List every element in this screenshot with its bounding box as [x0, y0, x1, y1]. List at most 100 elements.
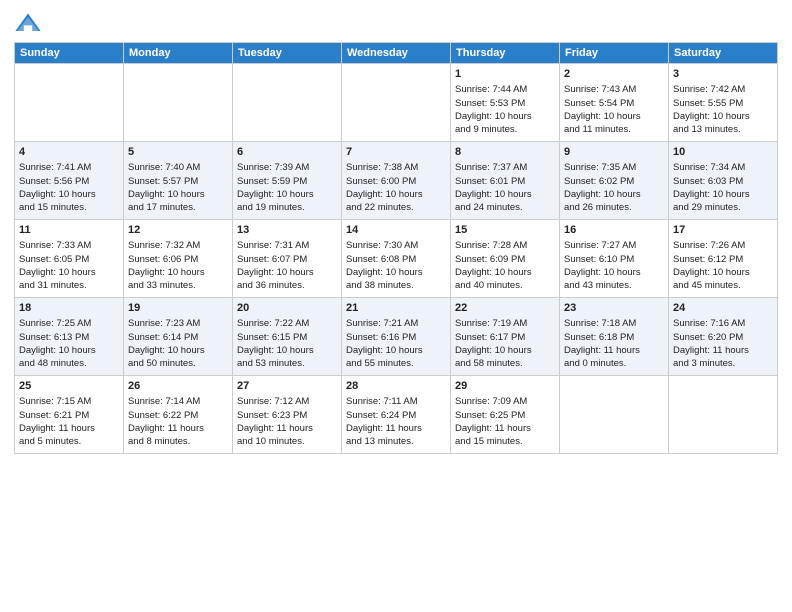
cell-content: Daylight: 11 hours: [564, 344, 664, 357]
calendar-cell: [233, 64, 342, 142]
cell-content: Daylight: 11 hours: [19, 422, 119, 435]
calendar-cell: 17Sunrise: 7:26 AMSunset: 6:12 PMDayligh…: [669, 220, 778, 298]
calendar-cell: 8Sunrise: 7:37 AMSunset: 6:01 PMDaylight…: [451, 142, 560, 220]
day-number: 11: [19, 223, 119, 238]
cell-content: and 22 minutes.: [346, 201, 446, 214]
cell-content: Sunset: 6:22 PM: [128, 409, 228, 422]
col-header-friday: Friday: [560, 43, 669, 64]
cell-content: and 0 minutes.: [564, 357, 664, 370]
day-number: 26: [128, 379, 228, 394]
calendar-cell: 20Sunrise: 7:22 AMSunset: 6:15 PMDayligh…: [233, 298, 342, 376]
cell-content: and 13 minutes.: [346, 435, 446, 448]
cell-content: Sunrise: 7:22 AM: [237, 317, 337, 330]
cell-content: Sunset: 5:53 PM: [455, 97, 555, 110]
day-number: 5: [128, 145, 228, 160]
cell-content: Sunrise: 7:42 AM: [673, 83, 773, 96]
day-number: 19: [128, 301, 228, 316]
cell-content: Sunrise: 7:41 AM: [19, 161, 119, 174]
cell-content: and 5 minutes.: [19, 435, 119, 448]
cell-content: Daylight: 10 hours: [673, 266, 773, 279]
cell-content: Sunset: 5:55 PM: [673, 97, 773, 110]
cell-content: Sunrise: 7:12 AM: [237, 395, 337, 408]
cell-content: and 36 minutes.: [237, 279, 337, 292]
calendar-cell: [124, 64, 233, 142]
cell-content: Daylight: 10 hours: [19, 266, 119, 279]
main-container: SundayMondayTuesdayWednesdayThursdayFrid…: [0, 0, 792, 460]
cell-content: Sunrise: 7:25 AM: [19, 317, 119, 330]
day-number: 20: [237, 301, 337, 316]
cell-content: Sunset: 6:25 PM: [455, 409, 555, 422]
calendar-cell: 23Sunrise: 7:18 AMSunset: 6:18 PMDayligh…: [560, 298, 669, 376]
cell-content: Daylight: 10 hours: [237, 188, 337, 201]
cell-content: Sunrise: 7:30 AM: [346, 239, 446, 252]
cell-content: Sunrise: 7:18 AM: [564, 317, 664, 330]
day-number: 7: [346, 145, 446, 160]
cell-content: Daylight: 11 hours: [237, 422, 337, 435]
cell-content: and 24 minutes.: [455, 201, 555, 214]
cell-content: Sunset: 6:18 PM: [564, 331, 664, 344]
cell-content: Daylight: 10 hours: [455, 110, 555, 123]
cell-content: Daylight: 10 hours: [237, 266, 337, 279]
cell-content: Daylight: 10 hours: [564, 188, 664, 201]
calendar-cell: 2Sunrise: 7:43 AMSunset: 5:54 PMDaylight…: [560, 64, 669, 142]
cell-content: Sunrise: 7:15 AM: [19, 395, 119, 408]
cell-content: and 33 minutes.: [128, 279, 228, 292]
calendar-cell: 11Sunrise: 7:33 AMSunset: 6:05 PMDayligh…: [15, 220, 124, 298]
day-number: 22: [455, 301, 555, 316]
cell-content: and 13 minutes.: [673, 123, 773, 136]
cell-content: and 40 minutes.: [455, 279, 555, 292]
calendar-cell: 22Sunrise: 7:19 AMSunset: 6:17 PMDayligh…: [451, 298, 560, 376]
cell-content: Sunset: 5:54 PM: [564, 97, 664, 110]
cell-content: Sunrise: 7:35 AM: [564, 161, 664, 174]
cell-content: and 48 minutes.: [19, 357, 119, 370]
day-number: 25: [19, 379, 119, 394]
cell-content: Daylight: 11 hours: [346, 422, 446, 435]
cell-content: Sunset: 6:01 PM: [455, 175, 555, 188]
cell-content: Sunrise: 7:39 AM: [237, 161, 337, 174]
calendar-cell: 21Sunrise: 7:21 AMSunset: 6:16 PMDayligh…: [342, 298, 451, 376]
calendar-cell: 27Sunrise: 7:12 AMSunset: 6:23 PMDayligh…: [233, 376, 342, 454]
day-number: 27: [237, 379, 337, 394]
cell-content: Sunrise: 7:26 AM: [673, 239, 773, 252]
cell-content: Sunset: 6:06 PM: [128, 253, 228, 266]
day-number: 4: [19, 145, 119, 160]
cell-content: Sunrise: 7:40 AM: [128, 161, 228, 174]
week-row-4: 18Sunrise: 7:25 AMSunset: 6:13 PM Dayligh…: [15, 298, 778, 376]
header: [14, 10, 778, 38]
cell-content: and 3 minutes.: [673, 357, 773, 370]
cell-content: and 8 minutes.: [128, 435, 228, 448]
cell-content: Sunrise: 7:28 AM: [455, 239, 555, 252]
cell-content: Daylight: 10 hours: [19, 188, 119, 201]
day-number: 3: [673, 67, 773, 82]
calendar-cell: 25Sunrise: 7:15 AMSunset: 6:21 PMDayligh…: [15, 376, 124, 454]
calendar-cell: 4Sunrise: 7:41 AMSunset: 5:56 PMDaylight…: [15, 142, 124, 220]
cell-content: Sunset: 6:20 PM: [673, 331, 773, 344]
cell-content: Sunrise: 7:37 AM: [455, 161, 555, 174]
cell-content: Daylight: 10 hours: [237, 344, 337, 357]
cell-content: Sunset: 6:12 PM: [673, 253, 773, 266]
day-number: 2: [564, 67, 664, 82]
calendar-cell: 6Sunrise: 7:39 AMSunset: 5:59 PMDaylight…: [233, 142, 342, 220]
day-number: 12: [128, 223, 228, 238]
cell-content: Sunset: 6:21 PM: [19, 409, 119, 422]
cell-content: Sunset: 6:02 PM: [564, 175, 664, 188]
cell-content: and 26 minutes.: [564, 201, 664, 214]
cell-content: Sunset: 6:08 PM: [346, 253, 446, 266]
day-number: 18: [19, 301, 119, 316]
calendar-cell: 19Sunrise: 7:23 AMSunset: 6:14 PMDayligh…: [124, 298, 233, 376]
calendar-cell: 1Sunrise: 7:44 AMSunset: 5:53 PMDaylight…: [451, 64, 560, 142]
cell-content: and 38 minutes.: [346, 279, 446, 292]
cell-content: Sunset: 6:16 PM: [346, 331, 446, 344]
col-header-monday: Monday: [124, 43, 233, 64]
cell-content: Sunrise: 7:19 AM: [455, 317, 555, 330]
cell-content: and 15 minutes.: [19, 201, 119, 214]
day-number: 15: [455, 223, 555, 238]
cell-content: Sunset: 6:23 PM: [237, 409, 337, 422]
cell-content: Sunrise: 7:34 AM: [673, 161, 773, 174]
day-number: 10: [673, 145, 773, 160]
cell-content: and 15 minutes.: [455, 435, 555, 448]
calendar-cell: 13Sunrise: 7:31 AMSunset: 6:07 PMDayligh…: [233, 220, 342, 298]
calendar-cell: [15, 64, 124, 142]
cell-content: Sunset: 6:13 PM: [19, 331, 119, 344]
cell-content: Sunrise: 7:11 AM: [346, 395, 446, 408]
